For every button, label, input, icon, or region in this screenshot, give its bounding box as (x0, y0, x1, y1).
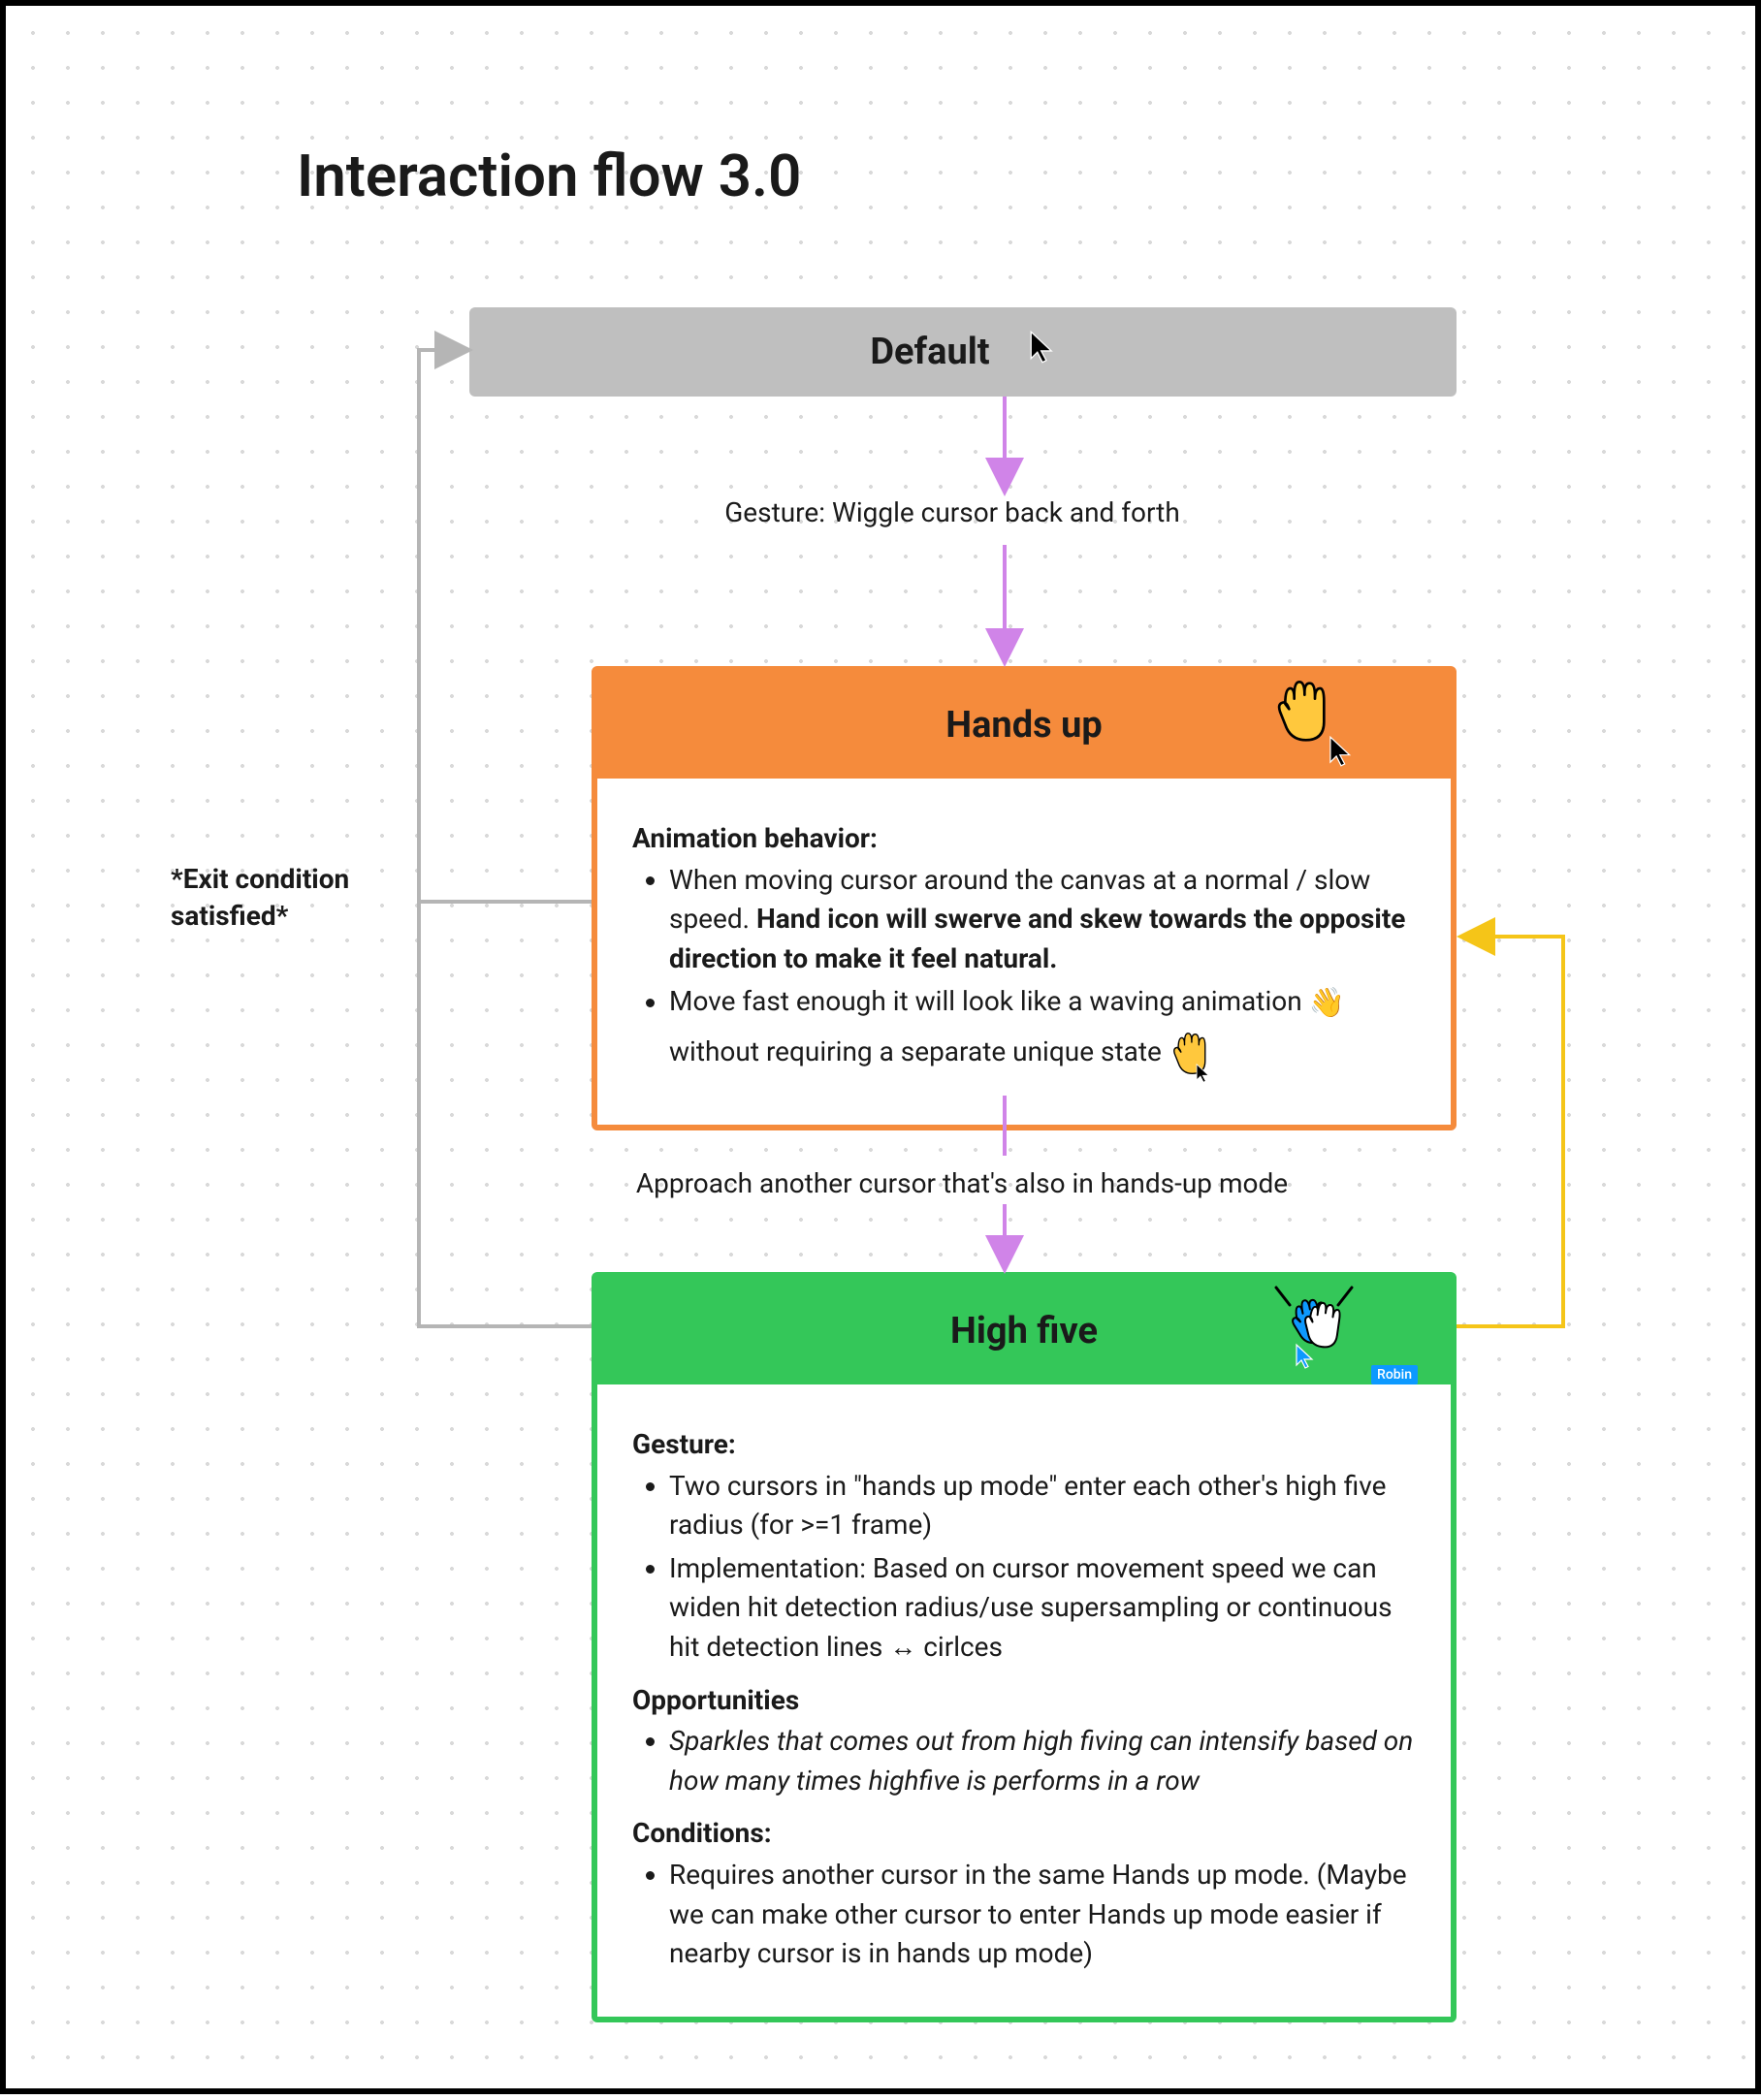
cursor-icon (1329, 734, 1354, 777)
state-highfive-body: Gesture: Two cursors in "hands up mode" … (597, 1384, 1451, 2017)
transition-label: Gesture: Wiggle cursor back and forth (681, 496, 1224, 528)
hand-cursor-icon (1169, 1031, 1213, 1089)
list-item: Requires another cursor in the same Hand… (669, 1856, 1416, 1974)
exit-condition-label: *Exit condition satisfied* (171, 861, 423, 935)
section-heading: Opportunities (632, 1681, 1416, 1721)
page-title: Interaction flow 3.0 (297, 142, 801, 210)
state-handsup[interactable]: Hands up Animation behavior: When moving… (592, 666, 1457, 1130)
state-highfive-label: High five (950, 1310, 1098, 1352)
section-heading: Animation behavior: (632, 819, 1416, 859)
state-default[interactable]: Default (469, 307, 1457, 397)
section-heading: Conditions: (632, 1814, 1416, 1854)
state-handsup-body: Animation behavior: When moving cursor a… (597, 779, 1451, 1125)
section-heading: Gesture: (632, 1425, 1416, 1465)
cursor-icon (1029, 331, 1056, 373)
state-default-label: Default (870, 331, 989, 373)
waving-hand-icon: 👋 (1309, 982, 1345, 1025)
list-item: Two cursors in "hands up mode" enter eac… (669, 1467, 1416, 1545)
list-item: When moving cursor around the canvas at … (669, 861, 1416, 979)
list-item: Move fast enough it will look like a wav… (669, 982, 1416, 1082)
diagram-frame: Interaction flow 3.0 Default Hands up (0, 0, 1761, 2094)
list-item: Implementation: Based on cursor movement… (669, 1549, 1416, 1668)
high-five-icon (1247, 1276, 1383, 1392)
transition-label: Approach another cursor that's also in h… (564, 1167, 1360, 1199)
state-handsup-label: Hands up (945, 704, 1102, 747)
raised-hand-icon (1272, 678, 1334, 755)
state-highfive[interactable]: High five (592, 1272, 1457, 2022)
collaborator-cursor-label: Robin (1371, 1365, 1418, 1384)
list-item: Sparkles that comes out from high fiving… (669, 1722, 1416, 1800)
